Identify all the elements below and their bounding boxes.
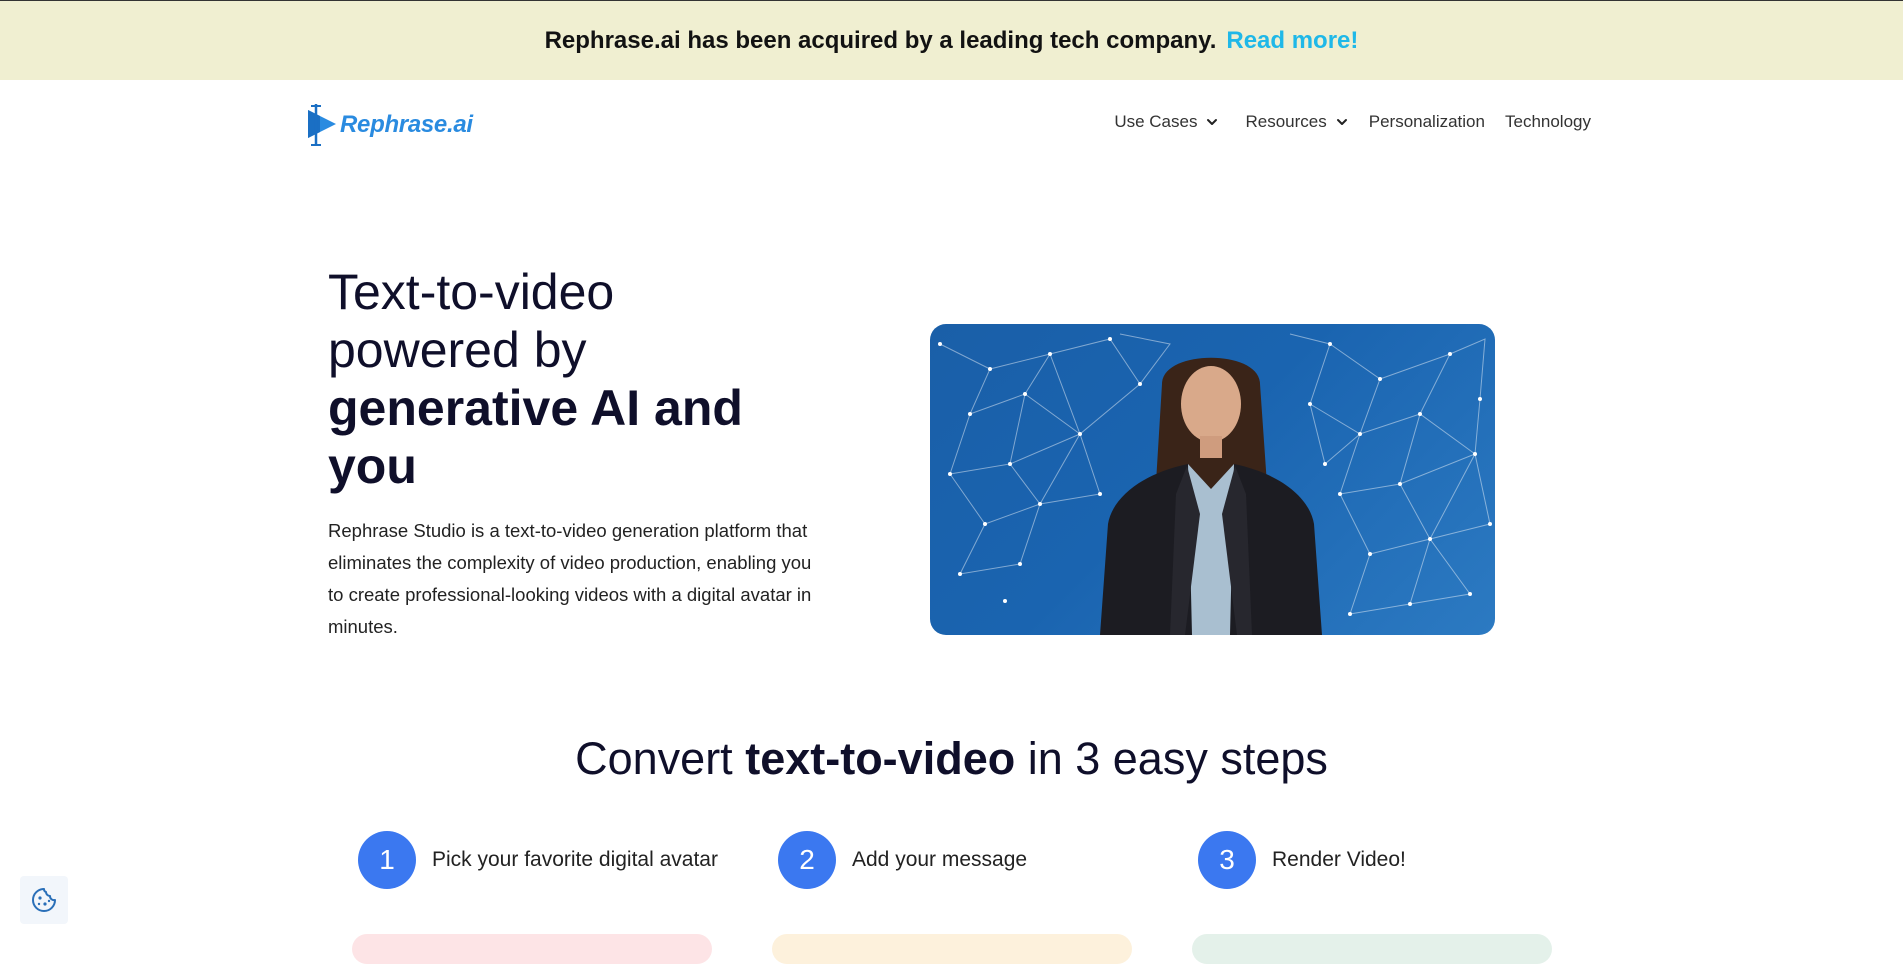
hero-description: Rephrase Studio is a text-to-video gener… [328, 520, 812, 637]
chevron-down-icon [1336, 119, 1347, 125]
step-card-2 [772, 934, 1132, 964]
nav-menu: Use Cases Resources Personalization Tech… [1094, 112, 1591, 132]
step-number: 2 [778, 831, 836, 889]
nav-item-label: Resources [1245, 112, 1327, 131]
rephrase-logo-icon [308, 104, 336, 146]
nav-item-use-cases[interactable]: Use Cases [1114, 112, 1219, 132]
hero-title: Text-to-video powered by generative AI a… [328, 263, 808, 495]
step-label: Add your message [852, 848, 1028, 871]
cookie-settings-button[interactable] [20, 876, 68, 924]
steps-title-bold: text-to-video [745, 733, 1016, 784]
logo[interactable]: Rephrase.ai [302, 102, 473, 148]
nav-item-personalization[interactable]: Personalization [1369, 112, 1485, 132]
nav-item-label: Personalization [1368, 112, 1485, 131]
steps-title-suffix: in 3 easy steps [1027, 733, 1328, 784]
step-label: Render Video! [1272, 848, 1406, 871]
presenter-avatar [1100, 357, 1322, 635]
announcement-bar: Rephrase.ai has been acquired by a leadi… [0, 0, 1903, 80]
logo-text: Rephrase.ai [340, 111, 473, 138]
announcement-message: Rephrase.ai has been acquired by a leadi… [544, 26, 1217, 54]
nav-item-technology[interactable]: Technology [1505, 112, 1591, 132]
chevron-down-icon [1207, 119, 1218, 125]
nav-item-label: Use Cases [1114, 112, 1198, 131]
hero-title-bold: generative AI and you [328, 380, 743, 494]
hero-title-line1: Text-to-video [328, 264, 615, 320]
nav-item-resources[interactable]: Resources [1245, 112, 1348, 132]
top-navigation: Rephrase.ai Use Cases Resources Personal… [0, 80, 1903, 170]
step-number: 1 [358, 831, 416, 889]
steps-title: Convert text-to-video in 3 easy steps [0, 733, 1903, 785]
step-number: 3 [1198, 831, 1256, 889]
cookie-icon [32, 888, 56, 912]
hero-title-line2: powered by [328, 322, 587, 378]
steps-title-prefix: Convert [575, 733, 733, 784]
step-card-3 [1192, 934, 1552, 964]
step-3: 3 Render Video! [1198, 831, 1406, 889]
step-card-1 [352, 934, 712, 964]
step-2: 2 Add your message [778, 831, 1027, 889]
network-background [938, 333, 1492, 635]
step-label: Pick your favorite digital avatar [432, 848, 718, 871]
read-more-link[interactable]: Read more! [1226, 27, 1358, 55]
hero-video[interactable] [930, 324, 1495, 635]
step-1: 1 Pick your favorite digital avatar [358, 831, 718, 889]
nav-item-label: Technology [1504, 112, 1591, 131]
